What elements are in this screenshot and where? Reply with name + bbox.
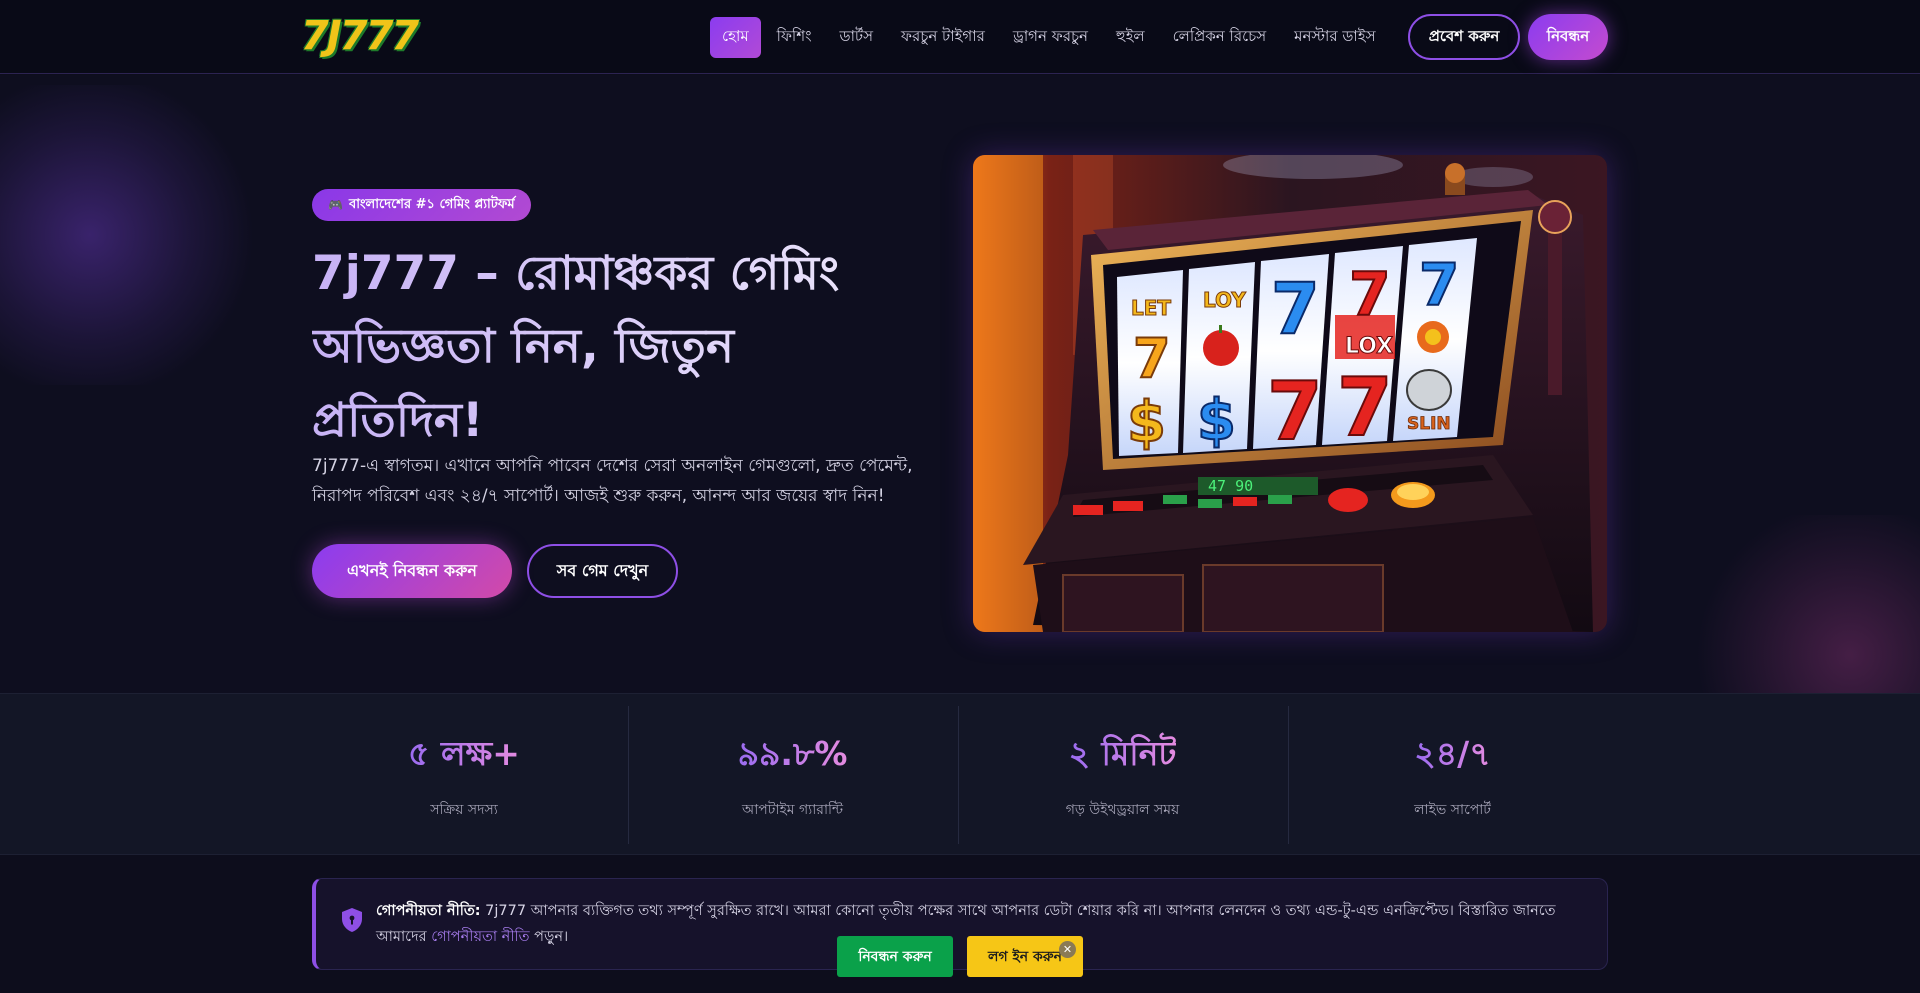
view-all-games-button[interactable]: সব গেম দেখুন [527,544,678,598]
stat-label: লাইভ সাপোর্ট [1414,802,1491,818]
stat-value: ৫ লক্ষ+ [408,728,520,784]
slot-counter: 47 90 [1208,477,1253,495]
hero-description: 7j777-এ স্বাগতম। এখানে আপনি পাবেন দেশের … [312,456,913,507]
decorative-glow [0,85,260,385]
svg-text:$: $ [1127,390,1166,455]
svg-text:7: 7 [1133,327,1171,390]
stats-section: ৫ লক্ষ+ সক্রিয় সদস্য ৯৯.৮% আপটাইম গ্যার… [0,693,1920,855]
nav-item-monster-dice[interactable]: মনস্টার ডাইস [1282,17,1387,58]
privacy-body-end: পড়ুন। [529,928,569,945]
stat-uptime: ৯৯.৮% আপটাইম গ্যারান্টি [628,706,956,844]
gamepad-icon: 🎮 [328,198,343,212]
slot-machine-illustration: LET LOY 7 7 7 LOX 7 $ $ 7 7 SLIN 47 90 [973,155,1607,632]
hero-badge: 🎮 বাংলাদেশের #১ গেমিং প্ল্যাটফর্ম [312,189,531,221]
nav-item-leprechaun-riches[interactable]: লেপ্রিকন রিচেস [1161,17,1279,58]
nav-item-dragon-fortune[interactable]: ড্রাগন ফরচুন [1001,17,1100,58]
privacy-policy-link[interactable]: গোপনীয়তা নীতি [431,929,529,945]
hero-badge-label: বাংলাদেশের #১ গেমিং প্ল্যাটফর্ম [348,196,515,212]
svg-text:$: $ [1197,388,1236,453]
svg-text:7: 7 [1349,260,1391,330]
stat-members: ৫ লক্ষ+ সক্রিয় সদস্য [300,706,628,844]
svg-text:LOX: LOX [1345,334,1393,359]
register-now-button[interactable]: এখনই নিবন্ধন করুন [312,544,512,598]
nav-item-wheel[interactable]: হুইল [1104,17,1157,58]
shield-icon [342,908,362,932]
stat-label: গড় উইথড্রয়াল সময় [1065,802,1180,818]
login-button[interactable]: প্রবেশ করুন [1408,14,1520,60]
main-nav: হোম ফিশিং ডার্টস ফরচুন টাইগার ড্রাগন ফরচ… [710,16,1391,58]
register-button[interactable]: নিবন্ধন [1528,14,1608,60]
svg-text:7: 7 [1267,365,1323,458]
stat-value: ৯৯.৮% [738,728,848,784]
floating-register-button[interactable]: নিবন্ধন করুন [837,936,953,977]
nav-item-fortune-tiger[interactable]: ফরচুন টাইগার [889,17,997,58]
nav-item-darts[interactable]: ডার্টস [828,17,885,58]
site-logo[interactable]: 7J777 [301,13,419,59]
stat-value: ২৪/৭ [1414,728,1490,784]
stat-label: আপটাইম গ্যারান্টি [741,802,844,818]
svg-text:SLIN: SLIN [1407,414,1451,434]
svg-text:7: 7 [1337,361,1393,454]
svg-text:LET: LET [1131,296,1171,320]
nav-item-home[interactable]: হোম [710,16,761,58]
svg-text:7: 7 [1419,251,1459,319]
stat-withdrawal-time: ২ মিনিট গড় উইথড্রয়াল সময় [958,706,1286,844]
privacy-heading: গোপনীয়তা নীতি: [376,903,481,919]
site-header: 7J777 হোম ফিশিং ডার্টস ফরচুন টাইগার ড্রা… [0,0,1920,74]
privacy-notice: গোপনীয়তা নীতি: 7j777 আপনার ব্যক্তিগত তথ… [312,878,1608,970]
close-icon[interactable]: ✕ [1059,941,1076,958]
stat-label: সক্রিয় সদস্য [430,802,498,818]
nav-item-fishing[interactable]: ফিশিং [765,17,824,58]
decorative-glow [1690,515,1920,693]
svg-text:LOY: LOY [1203,288,1246,312]
slot-machine-image: LET LOY 7 7 7 LOX 7 $ $ 7 7 SLIN 47 90 [973,155,1607,632]
stat-value: ২ মিনিট [1069,728,1177,784]
hero-title: 7j777 – রোমাঞ্চকর গেমিং অভিজ্ঞতা নিন, জি… [312,237,892,457]
hero-section: 🎮 বাংলাদেশের #১ গেমিং প্ল্যাটফর্ম 7j777 … [0,75,1920,693]
svg-text:7: 7 [1271,268,1320,350]
stat-live-support: ২৪/৭ লাইভ সাপোর্ট [1288,706,1616,844]
